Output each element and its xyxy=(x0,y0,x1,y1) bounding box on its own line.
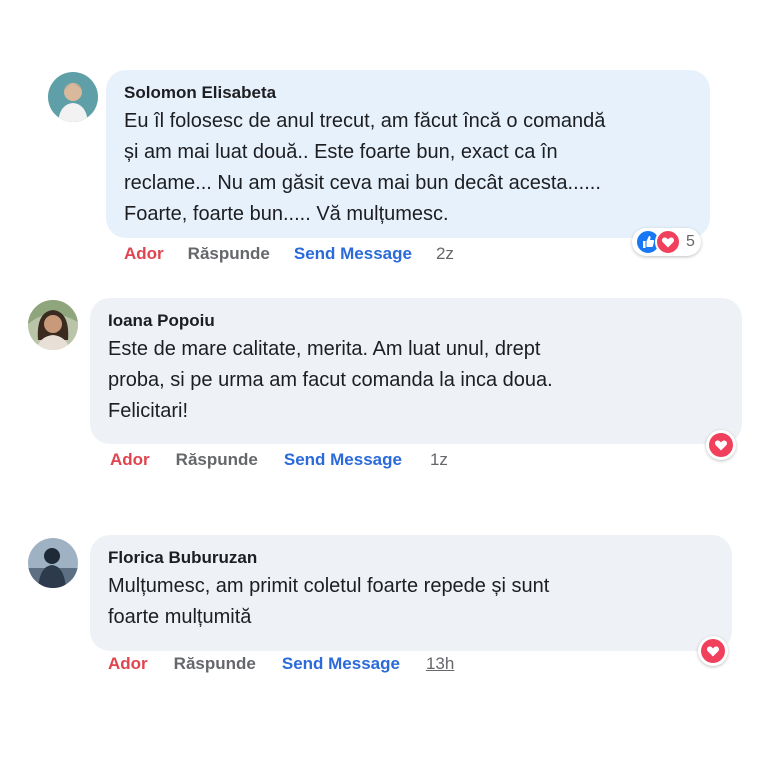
comment-line: proba, si pe urma am facut comanda la in… xyxy=(108,369,553,391)
timestamp[interactable]: 13h xyxy=(426,654,454,674)
comment-line: reclame... Nu am găsit ceva mai bun decâ… xyxy=(124,172,601,194)
comment-line: Este de mare calitate, merita. Am luat u… xyxy=(108,338,541,360)
send-message-button[interactable]: Send Message xyxy=(282,654,400,674)
love-reaction-badge[interactable] xyxy=(706,430,736,460)
comment-text: Mulțumesc, am primit coletul foarte repe… xyxy=(108,571,714,633)
comment-author[interactable]: Florica Buburuzan xyxy=(108,547,714,569)
comment-actions: Ador Răspunde Send Message 2z xyxy=(124,244,454,264)
reactions-summary[interactable]: 5 xyxy=(632,228,701,256)
avatar[interactable] xyxy=(48,72,98,122)
love-button[interactable]: Ador xyxy=(108,654,148,674)
love-reaction-badge[interactable] xyxy=(698,636,728,666)
love-icon xyxy=(655,229,681,255)
send-message-button[interactable]: Send Message xyxy=(294,244,412,264)
comment-bubble: Solomon Elisabeta Eu îl folosesc de anul… xyxy=(106,70,710,238)
comment-line: foarte mulțumită xyxy=(108,606,252,628)
send-message-button[interactable]: Send Message xyxy=(284,450,402,470)
reply-button[interactable]: Răspunde xyxy=(176,450,258,470)
comment-text: Este de mare calitate, merita. Am luat u… xyxy=(108,334,724,427)
reaction-count: 5 xyxy=(686,233,695,250)
avatar[interactable] xyxy=(28,538,78,588)
love-icon xyxy=(709,433,733,457)
comment-author[interactable]: Solomon Elisabeta xyxy=(124,82,692,104)
comment-line: Felicitari! xyxy=(108,400,189,422)
love-button[interactable]: Ador xyxy=(124,244,164,264)
reply-button[interactable]: Răspunde xyxy=(174,654,256,674)
comment-actions: Ador Răspunde Send Message 1z xyxy=(110,450,448,470)
comment-bubble: Ioana Popoiu Este de mare calitate, meri… xyxy=(90,298,742,444)
comment-line: Eu îl folosesc de anul trecut, am făcut … xyxy=(124,110,606,132)
comment-line: Mulțumesc, am primit coletul foarte repe… xyxy=(108,575,550,597)
love-icon xyxy=(701,639,725,663)
avatar[interactable] xyxy=(28,300,78,350)
comment-author[interactable]: Ioana Popoiu xyxy=(108,310,724,332)
comment-line: și am mai luat două.. Este foarte bun, e… xyxy=(124,141,558,163)
comment-line: Foarte, foarte bun..... Vă mulțumesc. xyxy=(124,203,449,225)
timestamp[interactable]: 1z xyxy=(430,450,448,470)
timestamp[interactable]: 2z xyxy=(436,244,454,264)
comment-text: Eu îl folosesc de anul trecut, am făcut … xyxy=(124,106,692,230)
comment-actions: Ador Răspunde Send Message 13h xyxy=(108,654,454,674)
reply-button[interactable]: Răspunde xyxy=(188,244,270,264)
comment-bubble: Florica Buburuzan Mulțumesc, am primit c… xyxy=(90,535,732,651)
love-button[interactable]: Ador xyxy=(110,450,150,470)
